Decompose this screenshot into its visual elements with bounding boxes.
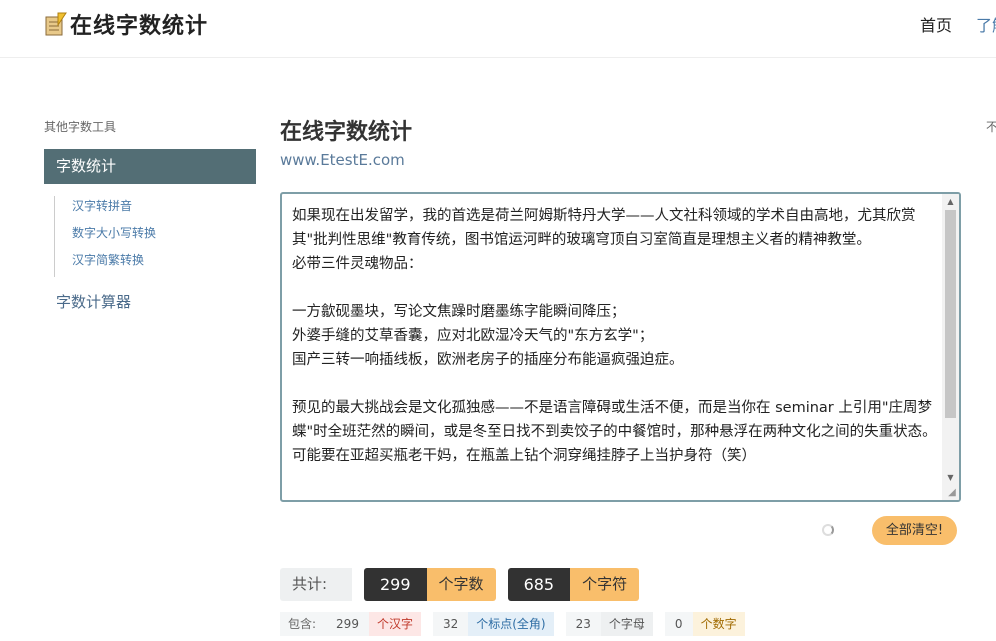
digit-chip: 0 个数字 [664, 612, 745, 636]
word-count-unit: 个字数 [426, 568, 496, 601]
resize-grip-icon[interactable]: ◢ [946, 487, 958, 499]
scroll-down-arrow-icon[interactable]: ▼ [942, 470, 959, 486]
punct-count: 32 [432, 612, 469, 636]
loading-spinner-icon [822, 524, 834, 536]
word-count-value: 299 [364, 568, 427, 601]
sidebar-item-simp-trad[interactable]: 汉字简繁转换 [72, 250, 256, 277]
logo-text: 在线字数统计 [70, 14, 209, 39]
han-unit: 个汉字 [368, 612, 421, 636]
han-chip: 299 个汉字 [326, 612, 421, 636]
main-content: 在线字数统计 www.EtestE.com 如果现在出发留学，我的首选是荷兰阿姆… [280, 114, 961, 636]
nav-home-link[interactable]: 首页 [920, 12, 952, 36]
logo[interactable]: 在线字数统计 [44, 8, 208, 40]
word-count-stat: 299 个字数 [364, 568, 496, 601]
text-input-area[interactable]: 如果现在出发留学，我的首选是荷兰阿姆斯特丹大学——人文社科领域的学术自由高地，尤… [280, 192, 961, 502]
page-title: 在线字数统计 [280, 120, 413, 145]
sidebar-item-calculator[interactable]: 字数计算器 [56, 291, 256, 312]
pencil-notebook-icon [45, 12, 67, 36]
digit-unit: 个数字 [692, 612, 745, 636]
text-input-content[interactable]: 如果现在出发留学，我的首选是荷兰阿姆斯特丹大学——人文社科领域的学术自由高地，尤… [292, 204, 942, 468]
site-url: www.EtestE.com [280, 151, 405, 169]
char-count-stat: 685 个字符 [507, 568, 640, 601]
letter-unit: 个字母 [600, 612, 653, 636]
punct-unit: 个标点(全角) [468, 612, 554, 636]
total-stats: 共计: 299 个字数 685 个字符 [280, 568, 651, 601]
scrollbar-thumb[interactable] [945, 210, 956, 418]
sidebar-item-word-count[interactable]: 字数统计 [44, 149, 256, 184]
char-count-value: 685 [507, 568, 571, 601]
han-count: 299 [326, 612, 369, 636]
total-label: 共计: [280, 568, 352, 601]
punct-chip: 32 个标点(全角) [432, 612, 554, 636]
sidebar-title: 其他字数工具 [44, 120, 117, 134]
scroll-up-arrow-icon[interactable]: ▲ [942, 194, 959, 210]
breakdown-stats: 包含: 299 个汉字 32 个标点(全角) 23 个字母 0 个数字 [280, 612, 757, 636]
top-nav: 首页 了解 [920, 12, 996, 36]
textarea-scrollbar[interactable]: ▲ ▼ [942, 194, 959, 500]
clear-all-button[interactable]: 全部清空! [872, 516, 957, 545]
sidebar-item-number-case[interactable]: 数字大小写转换 [72, 223, 256, 250]
nav-about-link[interactable]: 了解 [976, 12, 996, 36]
sidebar-sub-list: 汉字转拼音 数字大小写转换 汉字简繁转换 [54, 196, 256, 277]
contains-label: 包含: [280, 612, 327, 636]
letter-chip: 23 个字母 [565, 612, 653, 636]
sidebar: 其他字数工具 字数统计 汉字转拼音 数字大小写转换 汉字简繁转换 字数计算器 [44, 118, 256, 312]
char-count-unit: 个字符 [570, 568, 640, 601]
sidebar-item-pinyin[interactable]: 汉字转拼音 [72, 196, 256, 223]
digit-count: 0 [664, 612, 693, 636]
right-panel-text: 不 [986, 120, 996, 134]
letter-count: 23 [565, 612, 601, 636]
site-header: 在线字数统计 首页 了解 [0, 0, 996, 58]
